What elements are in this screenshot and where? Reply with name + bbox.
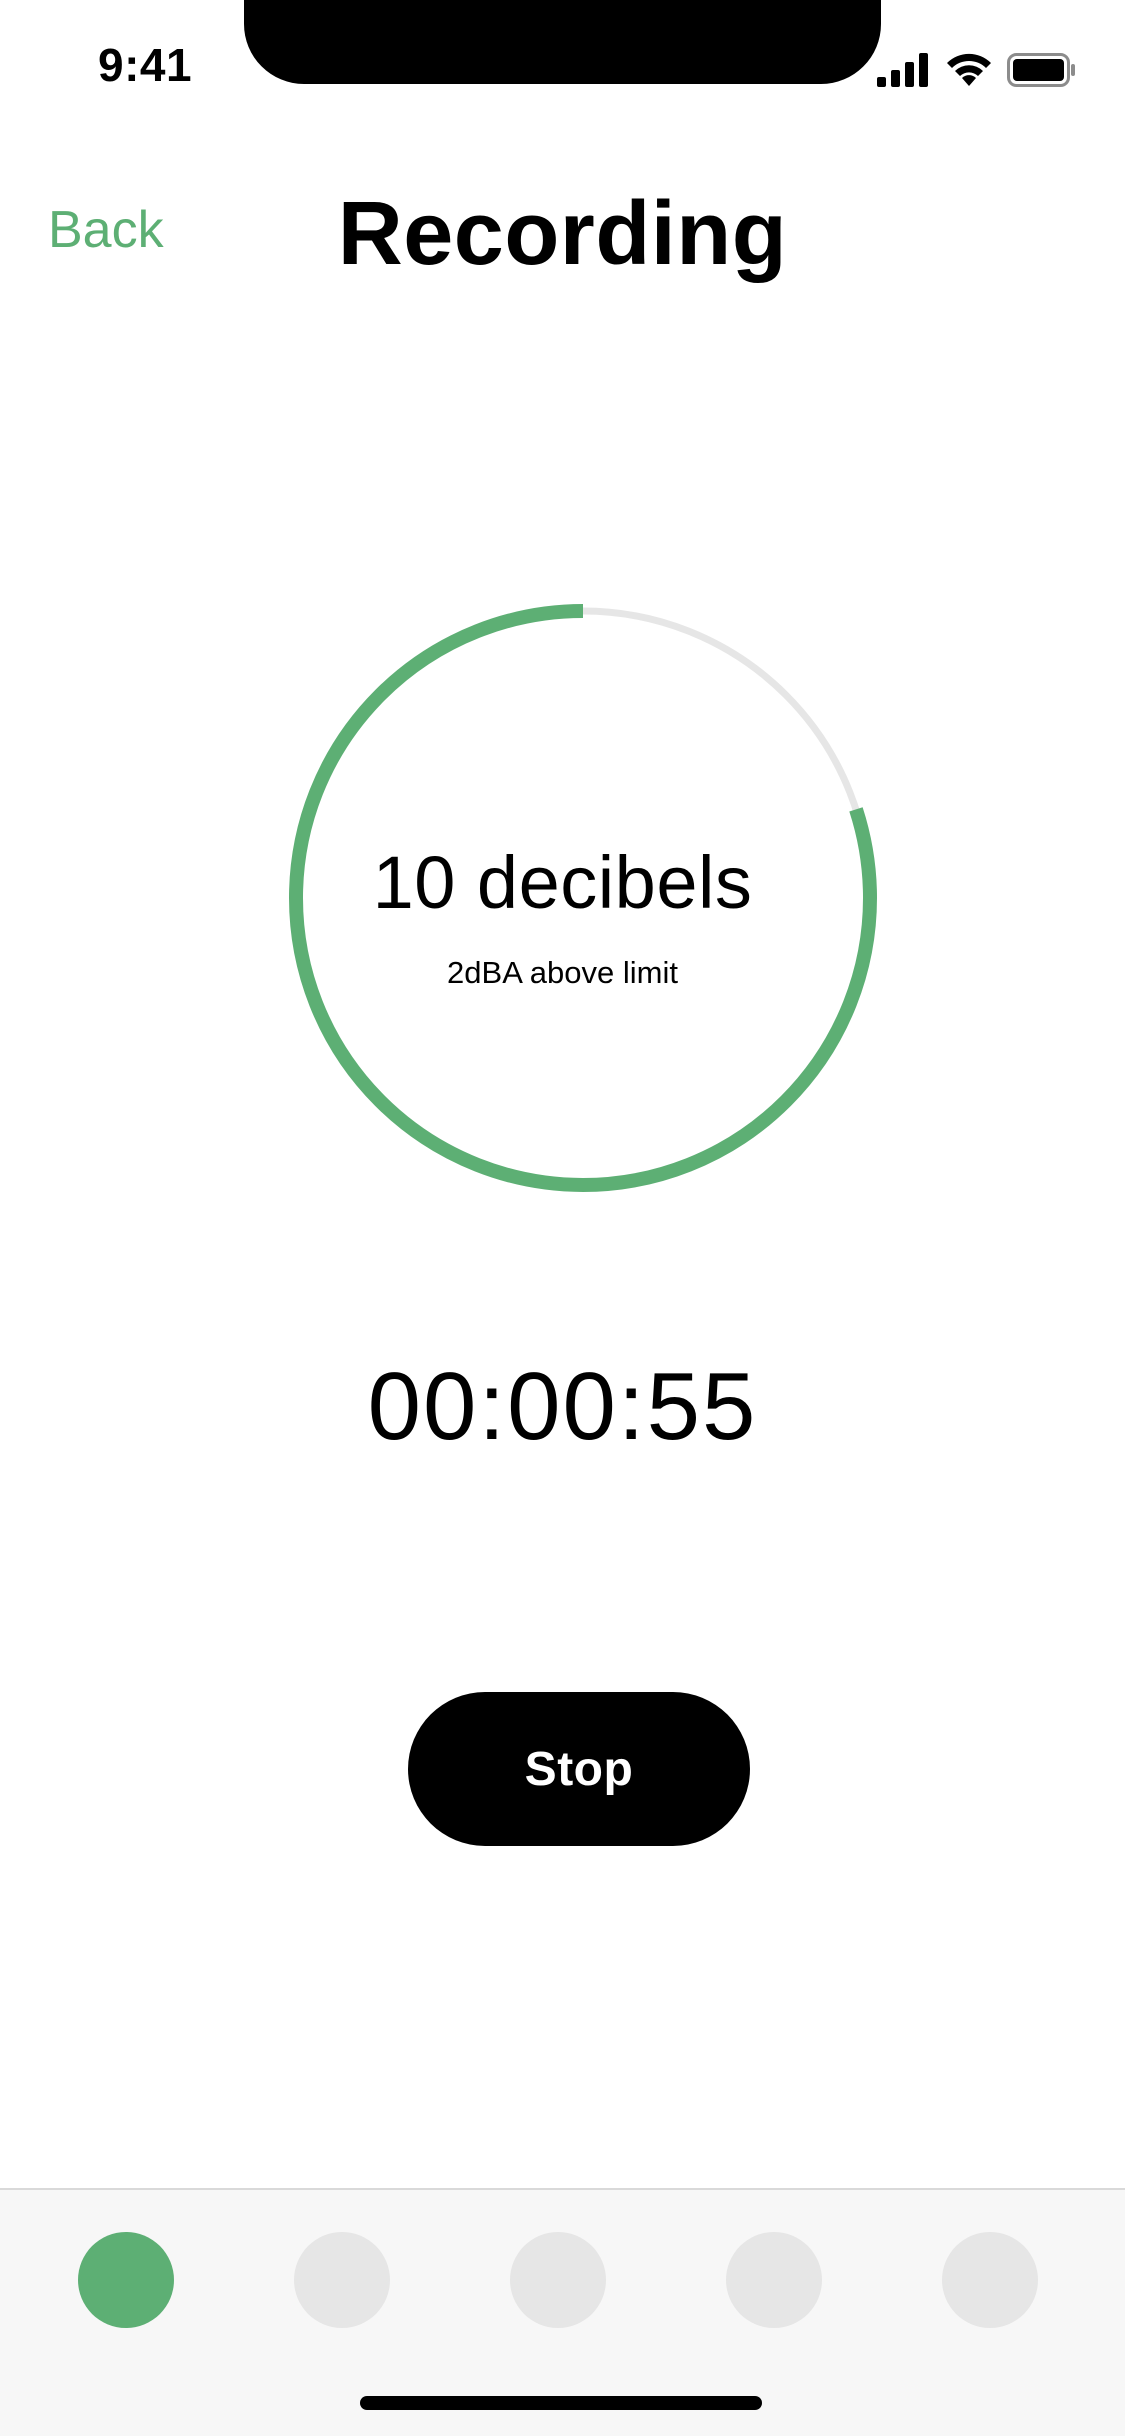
cellular-signal-icon	[877, 53, 928, 87]
stop-button[interactable]: Stop	[408, 1692, 750, 1846]
device-notch	[244, 0, 881, 84]
recording-screen: 9:41 Back Recording 10 decibels 2dBA abo…	[0, 0, 1125, 2436]
status-icons	[877, 50, 1077, 90]
battery-icon	[1007, 53, 1075, 87]
status-time: 9:41	[98, 39, 193, 91]
decibel-value: 10 decibels	[372, 841, 753, 924]
home-indicator	[360, 2396, 762, 2410]
tab-2[interactable]	[294, 2232, 390, 2328]
decibel-limit-note: 2dBA above limit	[447, 955, 678, 990]
page-title: Recording	[337, 184, 788, 284]
tab-4[interactable]	[726, 2232, 822, 2328]
tab-1[interactable]	[78, 2232, 174, 2328]
tab-3[interactable]	[510, 2232, 606, 2328]
wifi-icon	[947, 53, 991, 86]
elapsed-timer: 00:00:55	[367, 1353, 758, 1460]
tab-5[interactable]	[942, 2232, 1038, 2328]
